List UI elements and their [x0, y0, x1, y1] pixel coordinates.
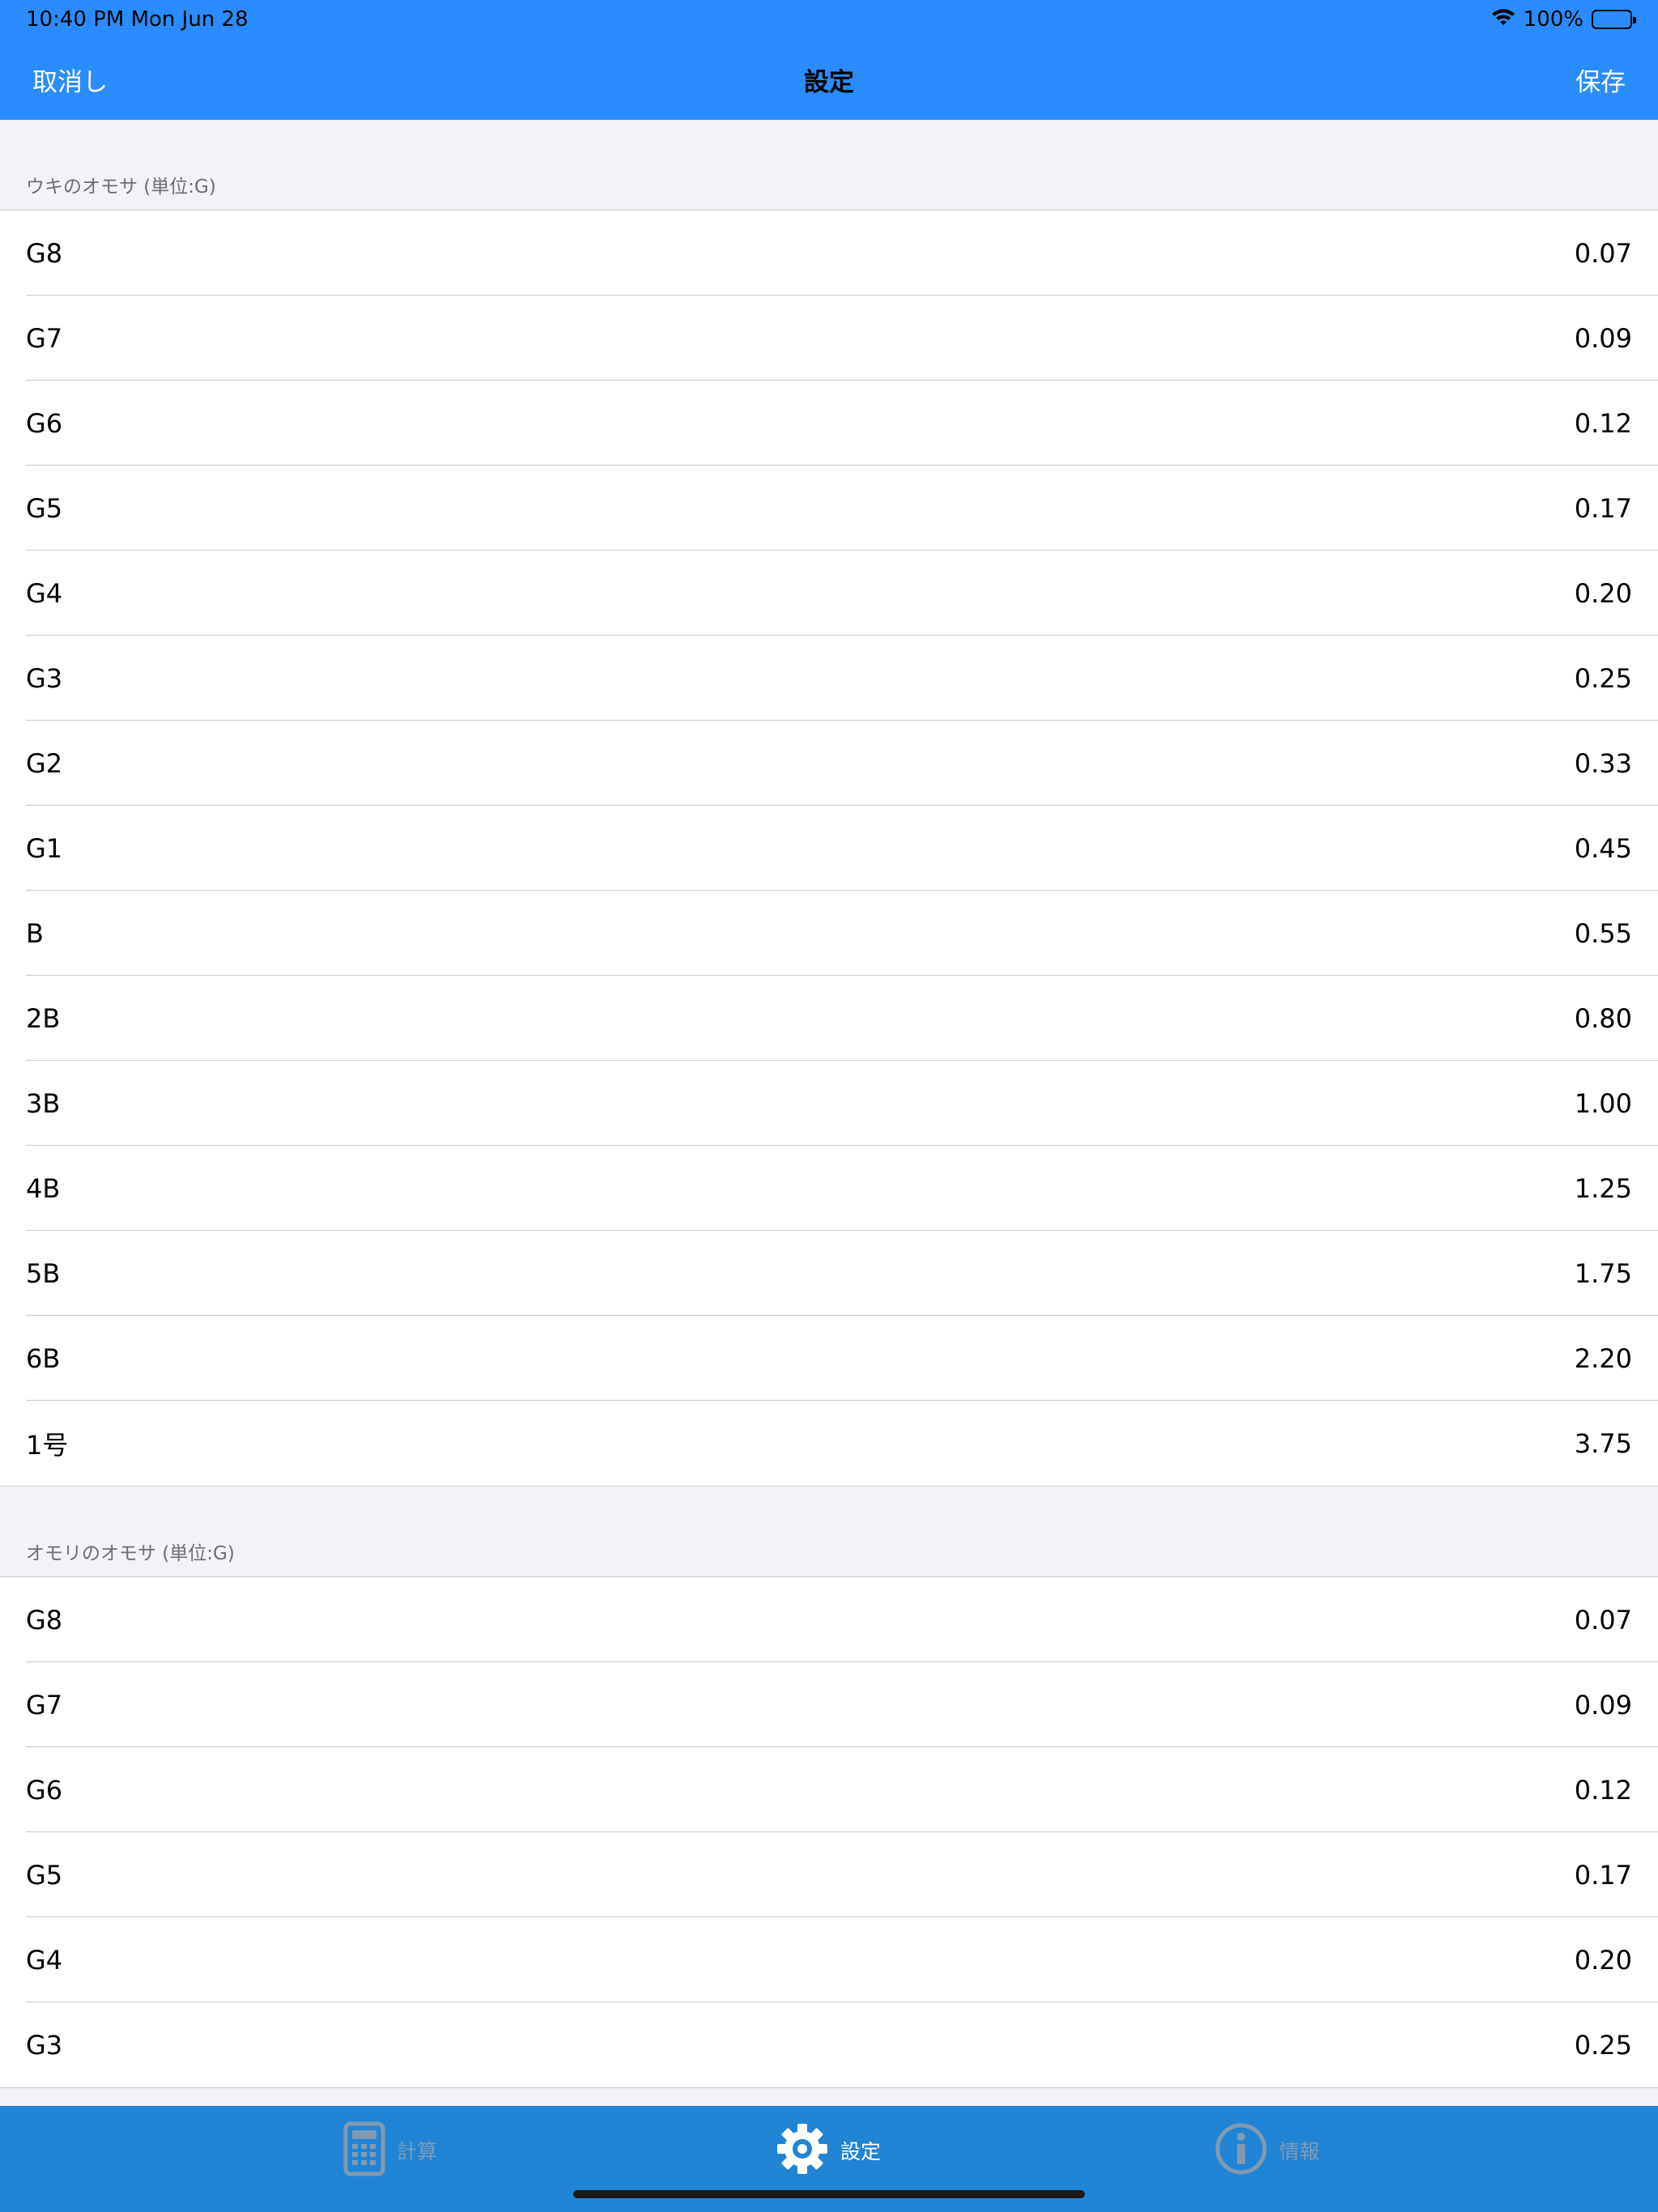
list-item[interactable]: G5 0.17 — [0, 466, 1658, 551]
list-item[interactable]: B 0.55 — [0, 891, 1658, 976]
item-value[interactable]: 0.17 — [1575, 493, 1632, 524]
item-value[interactable]: 0.12 — [1575, 1775, 1632, 1806]
item-label: G8 — [26, 237, 63, 269]
tab-label: 計算 — [397, 2140, 438, 2163]
section-header: オモリのオモサ (単位:G) — [0, 1487, 1658, 1576]
tab-calculate[interactable]: 計算 — [343, 2121, 438, 2180]
status-time: 10:40 PM Mon Jun 28 — [26, 7, 249, 32]
list-item[interactable]: 5B 1.75 — [0, 1231, 1658, 1316]
item-value[interactable]: 1.75 — [1575, 1258, 1632, 1289]
list-item[interactable]: G7 0.09 — [0, 296, 1658, 381]
battery-icon — [1592, 10, 1636, 29]
item-value[interactable]: 1.00 — [1575, 1088, 1632, 1119]
item-label: 3B — [26, 1087, 61, 1119]
list-item[interactable]: 1号 3.75 — [0, 1401, 1658, 1486]
list-item[interactable]: G4 0.20 — [0, 1917, 1658, 2002]
item-label: B — [26, 917, 44, 949]
item-label: 5B — [26, 1257, 61, 1289]
tab-info[interactable]: 情報 — [1214, 2122, 1320, 2179]
item-label: G3 — [26, 2029, 63, 2061]
item-value[interactable]: 0.25 — [1575, 2030, 1632, 2061]
item-value[interactable]: 0.25 — [1575, 663, 1632, 694]
float-weight-list: G8 0.07 G7 0.09 G6 0.12 G5 0.17 G4 0.20 G3 0.2… — [0, 210, 1658, 1487]
item-label: G4 — [26, 1944, 63, 1976]
item-label: G5 — [26, 1859, 63, 1891]
item-label: G7 — [26, 1689, 63, 1721]
item-value[interactable]: 0.17 — [1575, 1860, 1632, 1891]
item-value[interactable]: 0.20 — [1575, 1945, 1632, 1976]
item-label: G2 — [26, 747, 63, 779]
save-button[interactable]: 保存 — [1575, 62, 1626, 98]
page-title: 設定 — [804, 68, 854, 97]
item-value[interactable]: 0.07 — [1575, 1605, 1632, 1636]
list-item[interactable]: G8 0.07 — [0, 1577, 1658, 1662]
item-label: G3 — [26, 662, 63, 694]
item-label: G6 — [26, 407, 63, 439]
tab-label: 情報 — [1279, 2140, 1320, 2163]
list-item[interactable]: G6 0.12 — [0, 381, 1658, 466]
item-value[interactable]: 0.20 — [1575, 578, 1632, 609]
list-item[interactable]: G4 0.20 — [0, 551, 1658, 636]
tab-settings[interactable]: 設定 — [776, 2122, 881, 2179]
item-label: G1 — [26, 832, 63, 864]
item-label: G8 — [26, 1604, 63, 1636]
list-item[interactable]: G6 0.12 — [0, 1747, 1658, 1832]
list-item[interactable]: G2 0.33 — [0, 721, 1658, 806]
calculator-icon — [343, 2121, 385, 2180]
item-value[interactable]: 0.09 — [1575, 1690, 1632, 1721]
item-value[interactable]: 0.09 — [1575, 323, 1632, 354]
list-item[interactable]: G5 0.17 — [0, 1832, 1658, 1917]
item-value[interactable]: 0.80 — [1575, 1003, 1632, 1034]
wifi-icon — [1491, 7, 1516, 32]
item-value[interactable]: 3.75 — [1575, 1428, 1632, 1459]
sinker-weight-list: G8 0.07 G7 0.09 G6 0.12 G5 0.17 G4 0.20 G3 0.2… — [0, 1576, 1658, 2088]
item-label: 6B — [26, 1342, 61, 1374]
item-label: 2B — [26, 1002, 61, 1034]
settings-screen: 10:40 PM Mon Jun 28 100% 取消し 設定 保存 ウキのオモ… — [0, 0, 1658, 2212]
home-indicator[interactable] — [573, 2190, 1085, 2198]
list-item[interactable]: G8 0.07 — [0, 211, 1658, 296]
list-item[interactable]: 3B 1.00 — [0, 1061, 1658, 1146]
item-value[interactable]: 0.12 — [1575, 408, 1632, 439]
item-label: G7 — [26, 322, 63, 354]
item-value[interactable]: 2.20 — [1575, 1343, 1632, 1374]
list-item[interactable]: 2B 0.80 — [0, 976, 1658, 1061]
battery-percent: 100% — [1523, 7, 1584, 32]
settings-table[interactable]: ウキのオモサ (単位:G) G8 0.07 G7 0.09 G6 0.12 G5 0.1… — [0, 120, 1658, 2088]
item-label: 1号 — [26, 1429, 69, 1461]
item-label: 4B — [26, 1172, 61, 1204]
info-icon — [1214, 2122, 1268, 2179]
gear-icon — [776, 2122, 829, 2179]
section-header: ウキのオモサ (単位:G) — [0, 120, 1658, 210]
list-item[interactable]: 4B 1.25 — [0, 1146, 1658, 1231]
item-label: G6 — [26, 1774, 63, 1806]
item-value[interactable]: 0.55 — [1575, 918, 1632, 949]
list-item[interactable]: G1 0.45 — [0, 806, 1658, 891]
item-value[interactable]: 0.45 — [1575, 833, 1632, 864]
item-value[interactable]: 0.33 — [1575, 748, 1632, 779]
section-title: ウキのオモサ (単位:G) — [26, 177, 216, 198]
item-label: G4 — [26, 577, 63, 609]
status-indicators: 100% — [1491, 6, 1636, 32]
navigation-bar: 10:40 PM Mon Jun 28 100% 取消し 設定 保存 — [0, 0, 1658, 120]
item-label: G5 — [26, 492, 63, 524]
item-value[interactable]: 1.25 — [1575, 1173, 1632, 1204]
list-item[interactable]: G3 0.25 — [0, 636, 1658, 721]
tab-label: 設定 — [840, 2140, 882, 2163]
item-value[interactable]: 0.07 — [1575, 238, 1632, 269]
section-title: オモリのオモサ (単位:G) — [26, 1543, 235, 1564]
list-item[interactable]: 6B 2.20 — [0, 1316, 1658, 1401]
list-item[interactable]: G3 0.25 — [0, 2002, 1658, 2087]
list-item[interactable]: G7 0.09 — [0, 1662, 1658, 1747]
